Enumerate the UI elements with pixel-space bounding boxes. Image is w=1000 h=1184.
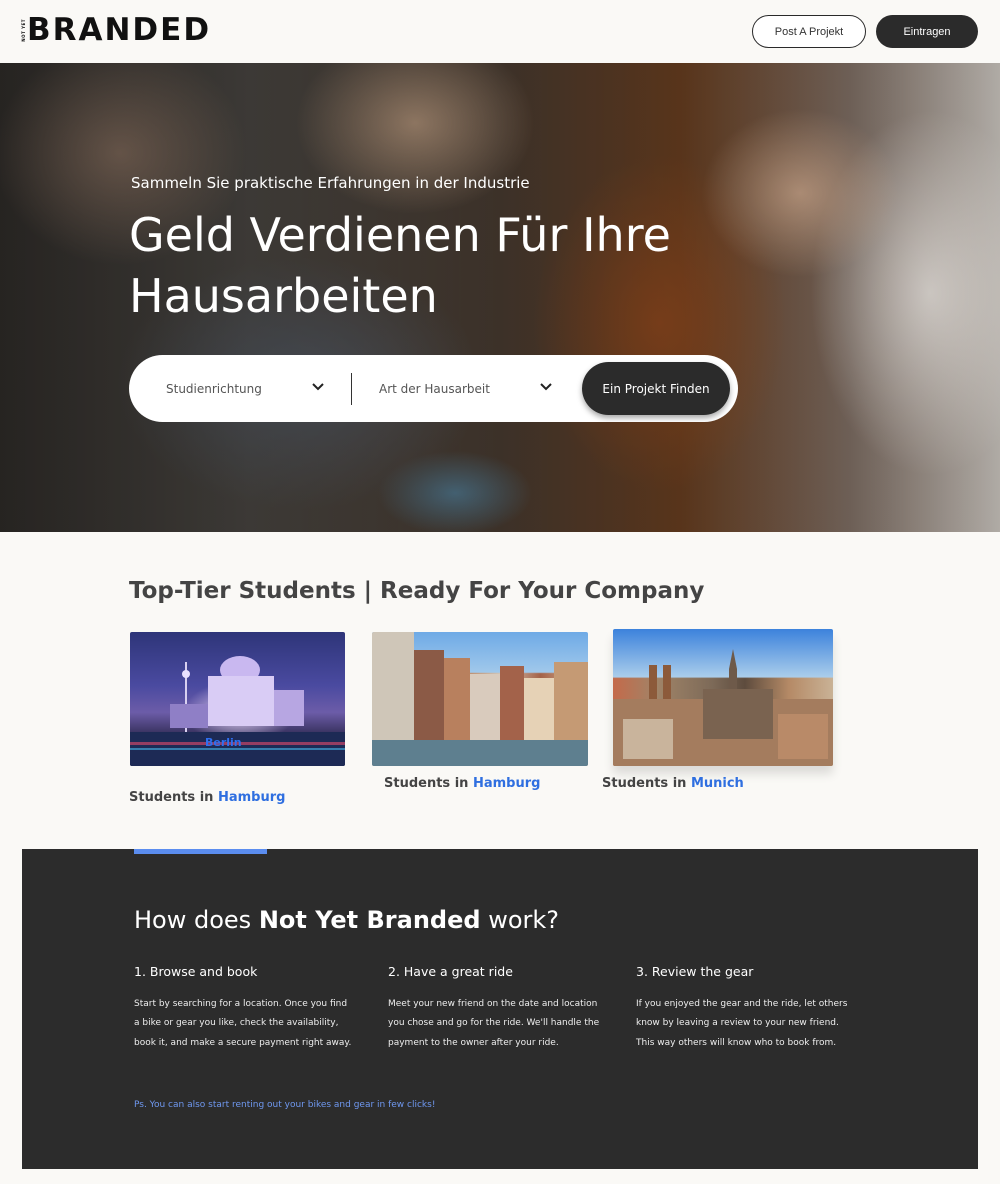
step-browse: 1. Browse and book Start by searching fo… [134, 964, 354, 1053]
step-title: 1. Browse and book [134, 964, 258, 979]
caption-city[interactable]: Hamburg [473, 776, 540, 791]
city-image-hamburg[interactable] [372, 632, 588, 766]
step-body: Meet your new friend on the date and loc… [388, 999, 600, 1048]
chevron-down-icon[interactable] [539, 380, 553, 394]
hero-title: Geld Verdienen Für Ihre Hausarbeiten [129, 208, 671, 323]
signup-button[interactable]: Eintragen [876, 15, 978, 48]
hamburg-canal-illustration [372, 632, 588, 766]
find-project-button[interactable]: Ein Projekt Finden [582, 362, 730, 415]
paper-type-label: Art der Hausarbeit [379, 381, 490, 396]
how-it-works-section: How does Not Yet Branded work? 1. Browse… [22, 849, 978, 1169]
logo-wordmark: BRANDED [27, 12, 212, 48]
step-body: Start by searching for a location. Once … [134, 999, 352, 1048]
logo-tagline: NOT YET [21, 18, 26, 42]
title-brand: Not Yet Branded [258, 906, 481, 934]
city-image-berlin[interactable]: Berlin [130, 632, 345, 766]
field-of-study-label: Studienrichtung [166, 381, 262, 396]
step-ride: 2. Have a great ride Meet your new frien… [388, 964, 608, 1053]
students-section-title: Top-Tier Students | Ready For Your Compa… [129, 578, 705, 604]
munich-skyline-illustration [613, 649, 833, 766]
step-body: If you enjoyed the gear and the ride, le… [636, 999, 848, 1048]
caption-prefix: Students in [384, 776, 469, 791]
students-caption[interactable]: Students in Hamburg [384, 776, 540, 791]
post-project-button[interactable]: Post A Projekt [752, 15, 866, 48]
hero-eyebrow: Sammeln Sie praktische Erfahrungen in de… [131, 174, 530, 192]
students-caption[interactable]: Students in Munich [602, 776, 744, 791]
caption-city[interactable]: Hamburg [218, 790, 285, 805]
search-divider [351, 373, 352, 405]
rent-out-link[interactable]: Ps. You can also start renting out your … [134, 1100, 435, 1110]
project-search-bar: Studienrichtung Art der Hausarbeit Ein P… [129, 355, 738, 422]
title-suffix: work? [488, 906, 560, 934]
chevron-down-icon[interactable] [311, 380, 325, 394]
title-prefix: How does [134, 906, 252, 934]
hero-banner: Sammeln Sie praktische Erfahrungen in de… [0, 63, 1000, 532]
paper-type-select[interactable]: Art der Hausarbeit [379, 355, 539, 422]
step-title: 3. Review the gear [636, 964, 754, 979]
image-city-label: Berlin [205, 736, 242, 749]
logo[interactable]: NOT YET BRANDED [21, 12, 212, 48]
field-of-study-select[interactable]: Studienrichtung [166, 355, 326, 422]
step-title: 2. Have a great ride [388, 964, 513, 979]
step-review: 3. Review the gear If you enjoyed the ge… [636, 964, 856, 1053]
caption-city[interactable]: Munich [691, 776, 744, 791]
section-accent-bar [134, 849, 267, 854]
site-header: NOT YET BRANDED Post A Projekt Eintragen [0, 0, 1000, 63]
caption-prefix: Students in [602, 776, 687, 791]
students-caption[interactable]: Students in Hamburg [129, 790, 285, 805]
how-it-works-title: How does Not Yet Branded work? [134, 906, 559, 934]
city-image-munich[interactable] [613, 629, 833, 766]
caption-prefix: Students in [129, 790, 214, 805]
